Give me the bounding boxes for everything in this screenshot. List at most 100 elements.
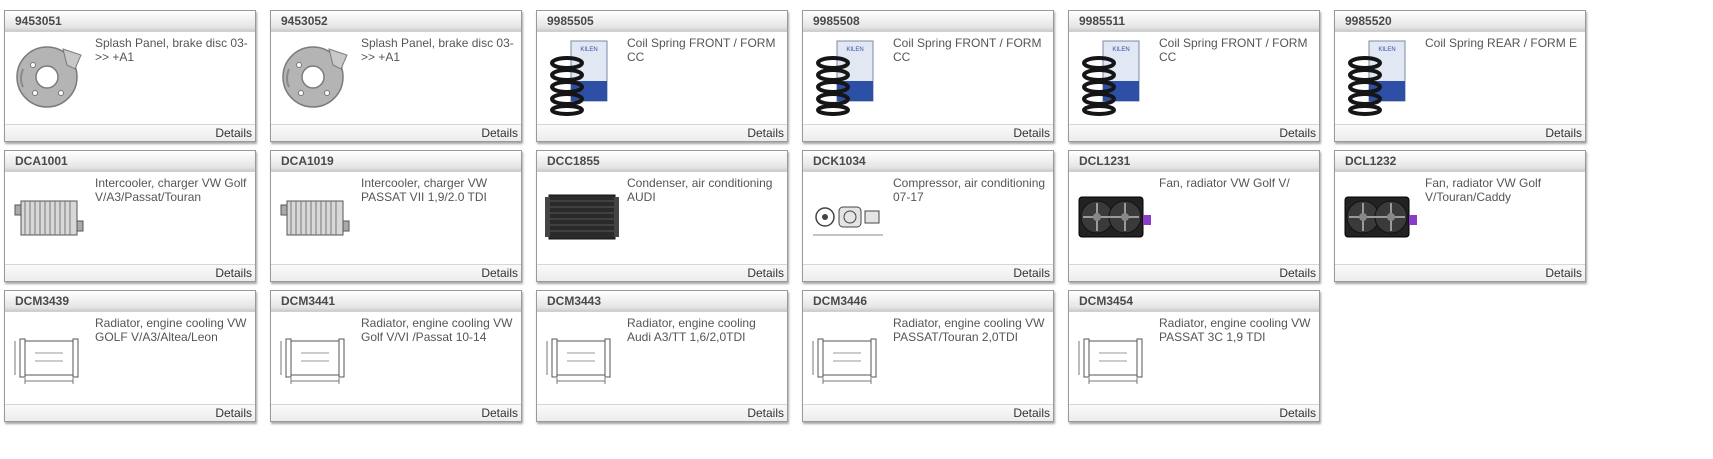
product-image[interactable] — [1341, 175, 1419, 257]
product-code[interactable]: DCM3446 — [803, 291, 1053, 312]
card-footer: Details — [5, 404, 255, 421]
product-image[interactable] — [277, 315, 355, 397]
product-image[interactable] — [11, 175, 89, 257]
card-footer: Details — [803, 124, 1053, 141]
svg-text:KILEN: KILEN — [1112, 47, 1129, 53]
details-link[interactable]: Details — [1013, 266, 1050, 280]
svg-text:KILEN: KILEN — [1378, 47, 1395, 53]
product-code[interactable]: DCL1231 — [1069, 151, 1319, 172]
product-description: Intercooler, charger VW Golf V/A3/Passat… — [95, 176, 247, 204]
product-image[interactable] — [277, 175, 355, 257]
details-link[interactable]: Details — [1013, 406, 1050, 420]
product-description: Fan, radiator VW Golf V/Touran/Caddy — [1425, 176, 1542, 204]
card-footer: Details — [1069, 124, 1319, 141]
product-card: DCM3443 Radiator, engine cooling Audi A3… — [536, 290, 788, 422]
product-card: 9985520 KILEN Coil Spring REAR / FORM E … — [1334, 10, 1586, 142]
card-footer: Details — [537, 124, 787, 141]
product-code[interactable]: 9985505 — [537, 11, 787, 32]
product-image[interactable]: KILEN — [1075, 35, 1153, 117]
product-card: DCM3454 Radiator, engine cooling VW PASS… — [1068, 290, 1320, 422]
card-footer: Details — [5, 264, 255, 281]
product-image[interactable]: KILEN — [809, 35, 887, 117]
product-description: Intercooler, charger VW PASSAT VII 1,9/2… — [361, 176, 488, 204]
card-footer: Details — [271, 124, 521, 141]
product-image[interactable] — [543, 175, 621, 257]
product-image[interactable]: KILEN — [543, 35, 621, 117]
details-link[interactable]: Details — [481, 406, 518, 420]
details-link[interactable]: Details — [215, 126, 252, 140]
details-link[interactable]: Details — [747, 406, 784, 420]
product-description: Coil Spring FRONT / FORM CC — [1159, 36, 1308, 64]
product-description: Splash Panel, brake disc 03->> +A1 — [361, 36, 514, 64]
product-description: Condenser, air conditioning AUDI — [627, 176, 773, 204]
product-code[interactable]: 9985511 — [1069, 11, 1319, 32]
product-description: Compressor, air conditioning 07-17 — [893, 176, 1046, 204]
details-link[interactable]: Details — [1279, 406, 1316, 420]
product-image[interactable] — [1075, 175, 1153, 257]
product-card: DCL1231 Fan, radiator VW Golf V/ Details — [1068, 150, 1320, 282]
product-card: 9453051 Splash Panel, brake disc 03->> +… — [4, 10, 256, 142]
product-code[interactable]: DCA1019 — [271, 151, 521, 172]
product-description: Coil Spring FRONT / FORM CC — [893, 36, 1042, 64]
card-footer: Details — [1335, 124, 1585, 141]
product-card: 9985505 KILEN Coil Spring FRONT / FORM C… — [536, 10, 788, 142]
product-description: Radiator, engine cooling VW PASSAT 3C 1,… — [1159, 316, 1311, 344]
details-link[interactable]: Details — [481, 126, 518, 140]
svg-text:KILEN: KILEN — [580, 47, 597, 53]
card-footer: Details — [1335, 264, 1585, 281]
product-code[interactable]: DCM3441 — [271, 291, 521, 312]
product-image[interactable] — [1075, 315, 1153, 397]
details-link[interactable]: Details — [215, 266, 252, 280]
svg-text:KILEN: KILEN — [846, 47, 863, 53]
product-description: Coil Spring FRONT / FORM CC — [627, 36, 776, 64]
product-code[interactable]: 9985520 — [1335, 11, 1585, 32]
details-link[interactable]: Details — [1545, 126, 1582, 140]
product-code[interactable]: DCC1855 — [537, 151, 787, 172]
product-image[interactable]: KILEN — [1341, 35, 1419, 117]
product-description: Radiator, engine cooling VW GOLF V/A3/Al… — [95, 316, 247, 344]
product-code[interactable]: DCL1232 — [1335, 151, 1585, 172]
product-code[interactable]: DCM3454 — [1069, 291, 1319, 312]
product-image[interactable] — [809, 175, 887, 257]
product-description: Fan, radiator VW Golf V/ — [1159, 176, 1290, 190]
details-link[interactable]: Details — [747, 266, 784, 280]
details-link[interactable]: Details — [747, 126, 784, 140]
product-image[interactable] — [543, 315, 621, 397]
product-image[interactable] — [277, 35, 355, 117]
details-link[interactable]: Details — [1545, 266, 1582, 280]
product-description: Radiator, engine cooling VW PASSAT/Toura… — [893, 316, 1045, 344]
card-footer: Details — [1069, 264, 1319, 281]
details-link[interactable]: Details — [215, 406, 252, 420]
product-card: DCA1001 Intercooler, charger VW Golf V/A… — [4, 150, 256, 282]
product-card: DCK1034 Compressor, air conditioning 07-… — [802, 150, 1054, 282]
details-link[interactable]: Details — [1013, 126, 1050, 140]
product-description: Radiator, engine cooling Audi A3/TT 1,6/… — [627, 316, 756, 344]
product-image[interactable] — [809, 315, 887, 397]
card-footer: Details — [537, 264, 787, 281]
product-card: DCL1232 Fan, radiator VW Golf V/Touran/C… — [1334, 150, 1586, 282]
product-card: DCM3439 Radiator, engine cooling VW GOLF… — [4, 290, 256, 422]
product-description: Coil Spring REAR / FORM E — [1425, 36, 1578, 50]
details-link[interactable]: Details — [1279, 126, 1316, 140]
product-code[interactable]: DCK1034 — [803, 151, 1053, 172]
product-description: Splash Panel, brake disc 03->> +A1 — [95, 36, 248, 64]
product-code[interactable]: DCM3439 — [5, 291, 255, 312]
product-image[interactable] — [11, 35, 89, 117]
product-card: DCA1019 Intercooler, charger VW PASSAT V… — [270, 150, 522, 282]
product-card: 9985511 KILEN Coil Spring FRONT / FORM C… — [1068, 10, 1320, 142]
product-card: DCM3446 Radiator, engine cooling VW PASS… — [802, 290, 1054, 422]
card-footer: Details — [1069, 404, 1319, 421]
card-footer: Details — [271, 264, 521, 281]
product-code[interactable]: 9453051 — [5, 11, 255, 32]
product-code[interactable]: DCA1001 — [5, 151, 255, 172]
product-image[interactable] — [11, 315, 89, 397]
card-footer: Details — [5, 124, 255, 141]
product-card: DCM3441 Radiator, engine cooling VW Golf… — [270, 290, 522, 422]
details-link[interactable]: Details — [481, 266, 518, 280]
product-code[interactable]: DCM3443 — [537, 291, 787, 312]
details-link[interactable]: Details — [1279, 266, 1316, 280]
product-grid: 9453051 Splash Panel, brake disc 03->> +… — [0, 0, 1713, 459]
product-card: DCC1855 Condenser, air conditioning AUDI… — [536, 150, 788, 282]
product-code[interactable]: 9453052 — [271, 11, 521, 32]
product-code[interactable]: 9985508 — [803, 11, 1053, 32]
